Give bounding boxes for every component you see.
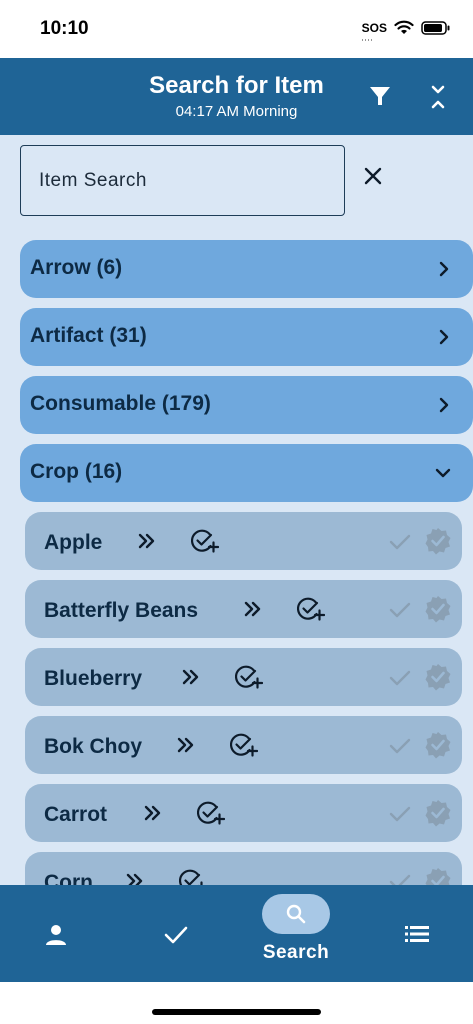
verified-badge-icon[interactable] — [425, 595, 451, 623]
search-input[interactable] — [39, 146, 326, 215]
nav-search-label[interactable]: Search — [236, 942, 356, 964]
battery-icon — [421, 20, 450, 35]
verified-badge-icon[interactable] — [425, 799, 451, 827]
double-chevron-right-icon[interactable] — [143, 804, 163, 822]
nav-search-active-indicator[interactable] — [262, 894, 330, 934]
chevron-right-icon — [439, 261, 449, 277]
chevron-right-icon — [439, 329, 449, 345]
close-icon[interactable] — [363, 166, 383, 186]
page-title: Search for Item — [149, 72, 324, 99]
item-name: Corn — [44, 871, 93, 885]
app-header: Search for Item 04:17 AM Morning — [0, 58, 473, 135]
check-circle-plus-icon[interactable] — [297, 596, 325, 622]
item-name: Apple — [44, 531, 103, 554]
category-consumable[interactable]: Consumable (179) — [20, 376, 473, 434]
chevron-down-icon — [435, 468, 451, 478]
double-chevron-right-icon[interactable] — [137, 532, 157, 550]
verified-badge-icon[interactable] — [425, 731, 451, 759]
item-list-content: Arrow (6) Artifact (31) Consumable (179)… — [0, 135, 473, 885]
check-icon — [164, 926, 188, 944]
double-chevron-right-icon[interactable] — [176, 736, 196, 754]
check-icon[interactable] — [389, 670, 411, 686]
status-bar: 10:10 SOS ···· — [0, 0, 473, 58]
check-icon[interactable] — [389, 738, 411, 754]
category-artifact[interactable]: Artifact (31) — [20, 308, 473, 366]
status-time: 10:10 — [40, 18, 89, 39]
check-circle-plus-icon[interactable] — [235, 664, 263, 690]
sos-text: SOS — [361, 20, 387, 35]
search-icon — [286, 904, 306, 924]
check-icon[interactable] — [389, 602, 411, 618]
game-time: 04:17 AM Morning — [175, 103, 298, 120]
verified-badge-icon[interactable] — [425, 867, 451, 885]
category-label: Artifact (31) — [30, 324, 147, 347]
item-name: Carrot — [44, 803, 108, 826]
check-circle-plus-icon[interactable] — [197, 800, 225, 826]
double-chevron-right-icon[interactable] — [181, 668, 201, 686]
double-chevron-right-icon[interactable] — [125, 872, 145, 885]
list-icon — [405, 926, 429, 942]
check-icon[interactable] — [389, 806, 411, 822]
category-label: Crop (16) — [30, 460, 123, 483]
list-item[interactable]: Apple — [25, 512, 462, 570]
check-circle-plus-icon[interactable] — [179, 868, 207, 885]
filter-icon[interactable] — [368, 84, 392, 108]
nav-profile[interactable] — [0, 885, 118, 982]
list-item[interactable]: Batterfly Beans — [25, 580, 462, 638]
list-item[interactable]: Carrot — [25, 784, 462, 842]
category-arrow[interactable]: Arrow (6) — [20, 240, 473, 298]
check-icon[interactable] — [389, 534, 411, 550]
chevron-right-icon — [439, 397, 449, 413]
verified-badge-icon[interactable] — [425, 663, 451, 691]
wifi-icon — [394, 20, 414, 34]
list-item[interactable]: Blueberry — [25, 648, 462, 706]
item-name: Batterfly Beans — [44, 599, 199, 622]
nav-checklist[interactable] — [118, 885, 236, 982]
check-icon[interactable] — [389, 874, 411, 885]
sos-indicator: SOS ···· — [361, 20, 387, 44]
check-circle-plus-icon[interactable] — [191, 528, 219, 554]
nav-list[interactable] — [355, 885, 473, 982]
category-label: Arrow (6) — [30, 256, 123, 279]
item-name: Blueberry — [44, 667, 143, 690]
list-item[interactable]: Corn — [25, 852, 462, 885]
home-indicator[interactable] — [152, 1009, 321, 1015]
item-name: Bok Choy — [44, 735, 143, 758]
category-crop[interactable]: Crop (16) — [20, 444, 473, 502]
list-item[interactable]: Bok Choy — [25, 716, 462, 774]
home-indicator-area — [0, 982, 473, 1024]
search-field[interactable] — [20, 145, 345, 216]
double-chevron-right-icon[interactable] — [243, 600, 263, 618]
verified-badge-icon[interactable] — [425, 527, 451, 555]
sos-dots: ···· — [361, 37, 374, 44]
category-label: Consumable (179) — [30, 392, 211, 415]
check-circle-plus-icon[interactable] — [230, 732, 258, 758]
status-icons: SOS ···· — [361, 20, 451, 44]
person-icon — [46, 925, 66, 945]
collapse-all-icon[interactable] — [428, 84, 448, 110]
bottom-nav: Search — [0, 885, 473, 982]
